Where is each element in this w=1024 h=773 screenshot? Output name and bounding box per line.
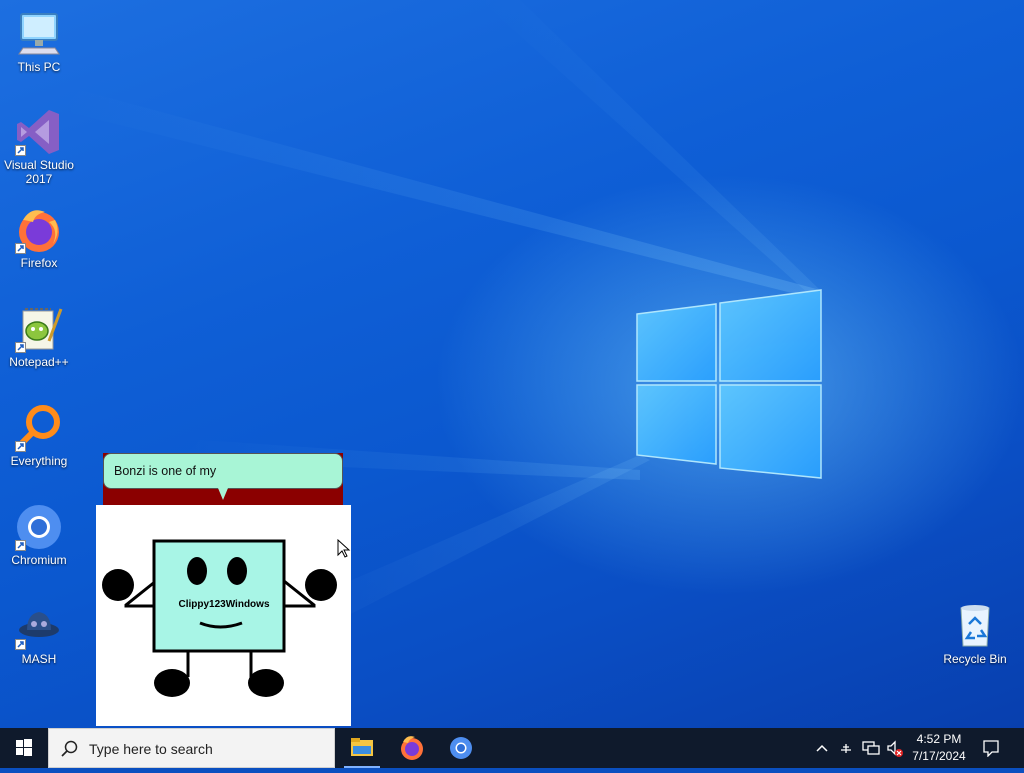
this-pc-icon [15, 10, 63, 58]
tray-clock[interactable]: 4:52 PM 7/17/2024 [905, 731, 973, 765]
recycle-bin-icon [951, 602, 999, 650]
search-placeholder: Type here to search [89, 741, 213, 757]
mouse-cursor-icon [337, 539, 351, 558]
taskbar-app-chromium[interactable] [441, 728, 481, 768]
taskbar: Type here to search 4:52 PM 7/17/2024 [0, 728, 1024, 768]
shortcut-arrow-icon [15, 639, 26, 650]
shortcut-arrow-icon [15, 243, 26, 254]
speech-bubble: Bonzi is one of my [103, 453, 343, 489]
windows-logo [636, 289, 822, 479]
firefox-icon [401, 736, 423, 760]
desktop-icon-this-pc[interactable]: This PC [0, 10, 78, 74]
desktop-icon-label: Recycle Bin [943, 652, 1007, 666]
file-explorer-icon [351, 738, 373, 756]
desktop-icon-mash[interactable]: MASH [0, 602, 78, 666]
desktop-icon-chromium[interactable]: Chromium [0, 503, 78, 567]
chromium-icon [450, 737, 472, 759]
network-drive-icon[interactable] [838, 740, 854, 756]
notepad-plus-plus-icon [15, 305, 63, 353]
tray-date: 7/17/2024 [912, 749, 966, 763]
desktop-icon-label: This PC [17, 60, 61, 74]
network-icon[interactable] [862, 740, 880, 756]
search-icon [61, 740, 78, 757]
firefox-icon [15, 206, 63, 254]
desktop-icon-firefox[interactable]: Firefox [0, 206, 78, 270]
notification-icon[interactable] [982, 739, 1000, 757]
chevron-up-icon[interactable] [814, 740, 830, 756]
desktop-icon-notepad-plus-plus[interactable]: Notepad++ [0, 305, 78, 369]
speech-text: Bonzi is one of my [114, 464, 217, 478]
desktop-icon-label: Visual Studio 2017 [4, 158, 74, 186]
tray-time: 4:52 PM [916, 732, 962, 746]
agent-character[interactable]: Clippy123Windows [96, 505, 351, 726]
agent-character-window[interactable]: Clippy123Windows [96, 505, 351, 726]
taskbar-search-box[interactable]: Type here to search [48, 728, 335, 768]
chromium-icon [15, 503, 63, 551]
character-body [152, 539, 286, 653]
mash-icon [15, 602, 63, 650]
desktop-icon-label: Everything [10, 454, 68, 468]
shortcut-arrow-icon [15, 540, 26, 551]
start-button[interactable] [0, 728, 48, 768]
desktop-icon-label: MASH [21, 652, 57, 666]
left-foot [154, 669, 190, 697]
character-label: Clippy123Windows [178, 599, 269, 610]
desktop-icon-visual-studio[interactable]: Visual Studio 2017 [0, 108, 78, 186]
desktop-icon-recycle-bin[interactable]: Recycle Bin [936, 602, 1014, 666]
speech-bubble-tail [218, 488, 228, 500]
visual-studio-icon [15, 108, 63, 156]
desktop-icon-label: Chromium [11, 553, 67, 567]
desktop-icon-label: Firefox [20, 256, 58, 270]
left-hand [102, 569, 134, 601]
desktop-icon-label: Notepad++ [9, 355, 69, 369]
windows-start-icon [16, 739, 32, 756]
right-foot [248, 669, 284, 697]
volume-muted-icon[interactable] [886, 740, 904, 758]
right-hand [305, 569, 337, 601]
everything-search-icon [15, 404, 63, 452]
desktop-icon-everything[interactable]: Everything [0, 404, 78, 468]
shortcut-arrow-icon [15, 145, 26, 156]
taskbar-app-firefox[interactable] [392, 728, 432, 768]
shortcut-arrow-icon [15, 441, 26, 452]
desktop[interactable]: This PC Visual Studio 2017 Firefox Notep… [0, 0, 1024, 728]
shortcut-arrow-icon [15, 342, 26, 353]
taskbar-app-file-explorer[interactable] [342, 728, 382, 768]
